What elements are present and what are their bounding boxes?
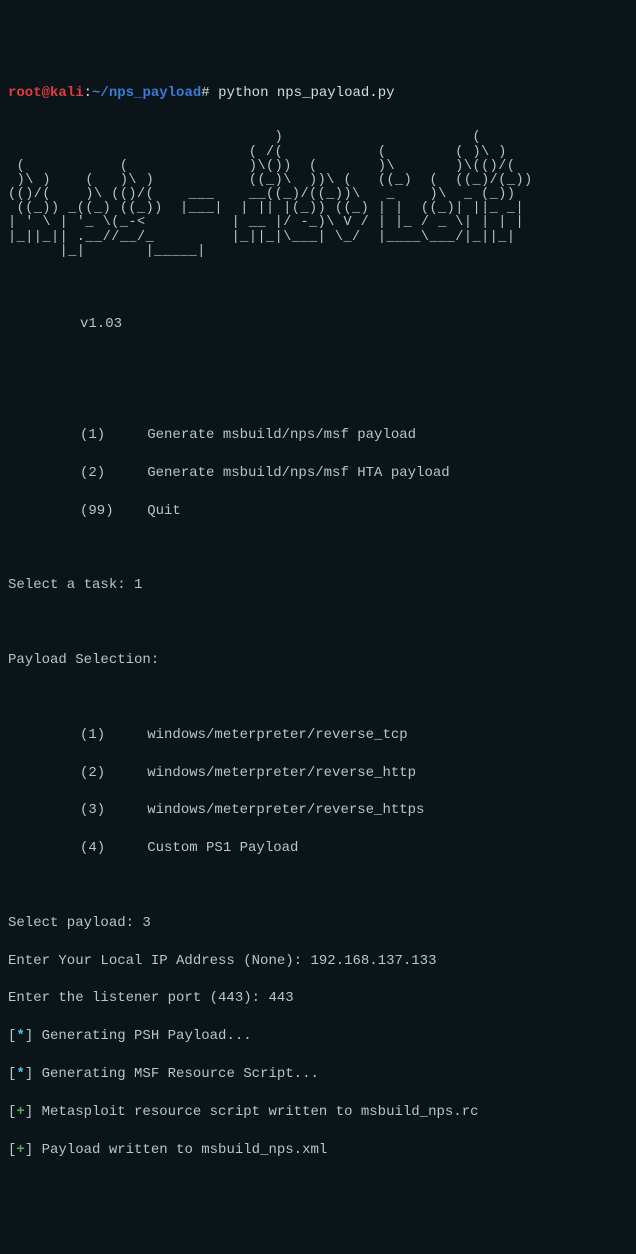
status-line-1: [*] Generating PSH Payload... [8, 1027, 628, 1046]
prompt-user: root@kali [8, 85, 84, 101]
plus-icon: + [16, 1104, 24, 1120]
payload-item-2: (2) windows/meterpreter/reverse_http [8, 764, 628, 783]
bracket-close: ] [25, 1104, 33, 1120]
bracket-close: ] [25, 1066, 33, 1082]
bracket-open: [ [8, 1028, 16, 1044]
ascii-banner: ) ( ( /( ( ( )\ ) ( ( )\()) ( )\ )\(()/(… [8, 131, 628, 259]
plus-icon: + [16, 1142, 24, 1158]
payload-item-3: (3) windows/meterpreter/reverse_https [8, 801, 628, 820]
select-payload: Select payload: 3 [8, 914, 628, 933]
payload-item-4: (4) Custom PS1 Payload [8, 839, 628, 858]
prompt-path: ~/nps_payload [92, 85, 201, 101]
status-text-2: Generating MSF Resource Script... [33, 1066, 319, 1082]
star-icon: * [16, 1066, 24, 1082]
ip-value[interactable]: 192.168.137.133 [310, 953, 436, 969]
prompt-hash: # [201, 85, 209, 101]
select-payload-label: Select payload: [8, 915, 142, 931]
menu-item-1: (1) Generate msbuild/nps/msf payload [8, 426, 628, 445]
bracket-open: [ [8, 1142, 16, 1158]
star-icon: * [16, 1028, 24, 1044]
payload-item-1: (1) windows/meterpreter/reverse_tcp [8, 726, 628, 745]
task-prompt: Select a task: 1 [8, 576, 628, 595]
port-label: Enter the listener port (443): [8, 990, 268, 1006]
bracket-open: [ [8, 1104, 16, 1120]
bracket-close: ] [25, 1142, 33, 1158]
ip-line: Enter Your Local IP Address (None): 192.… [8, 952, 628, 971]
ip-label: Enter Your Local IP Address (None): [8, 953, 310, 969]
prompt-line: root@kali:~/nps_payload# python nps_payl… [8, 84, 628, 103]
status-line-4: [+] Payload written to msbuild_nps.xml [8, 1141, 628, 1160]
payload-header: Payload Selection: [8, 651, 628, 670]
bracket-close: ] [25, 1028, 33, 1044]
status-text-3: Metasploit resource script written to ms… [33, 1104, 478, 1120]
bracket-open: [ [8, 1066, 16, 1082]
status-line-2: [*] Generating MSF Resource Script... [8, 1065, 628, 1084]
menu-item-2: (2) Generate msbuild/nps/msf HTA payload [8, 464, 628, 483]
prompt-colon: : [84, 85, 92, 101]
status-text-4: Payload written to msbuild_nps.xml [33, 1142, 327, 1158]
status-line-3: [+] Metasploit resource script written t… [8, 1103, 628, 1122]
version-label: v1.03 [8, 315, 628, 334]
select-payload-value[interactable]: 3 [142, 915, 150, 931]
task-prompt-value[interactable]: 1 [134, 577, 142, 593]
task-prompt-label: Select a task: [8, 577, 134, 593]
port-line: Enter the listener port (443): 443 [8, 989, 628, 1008]
status-text-1: Generating PSH Payload... [33, 1028, 251, 1044]
menu-item-99: (99) Quit [8, 502, 628, 521]
port-value[interactable]: 443 [268, 990, 293, 1006]
prompt-command[interactable]: python nps_payload.py [218, 85, 394, 101]
